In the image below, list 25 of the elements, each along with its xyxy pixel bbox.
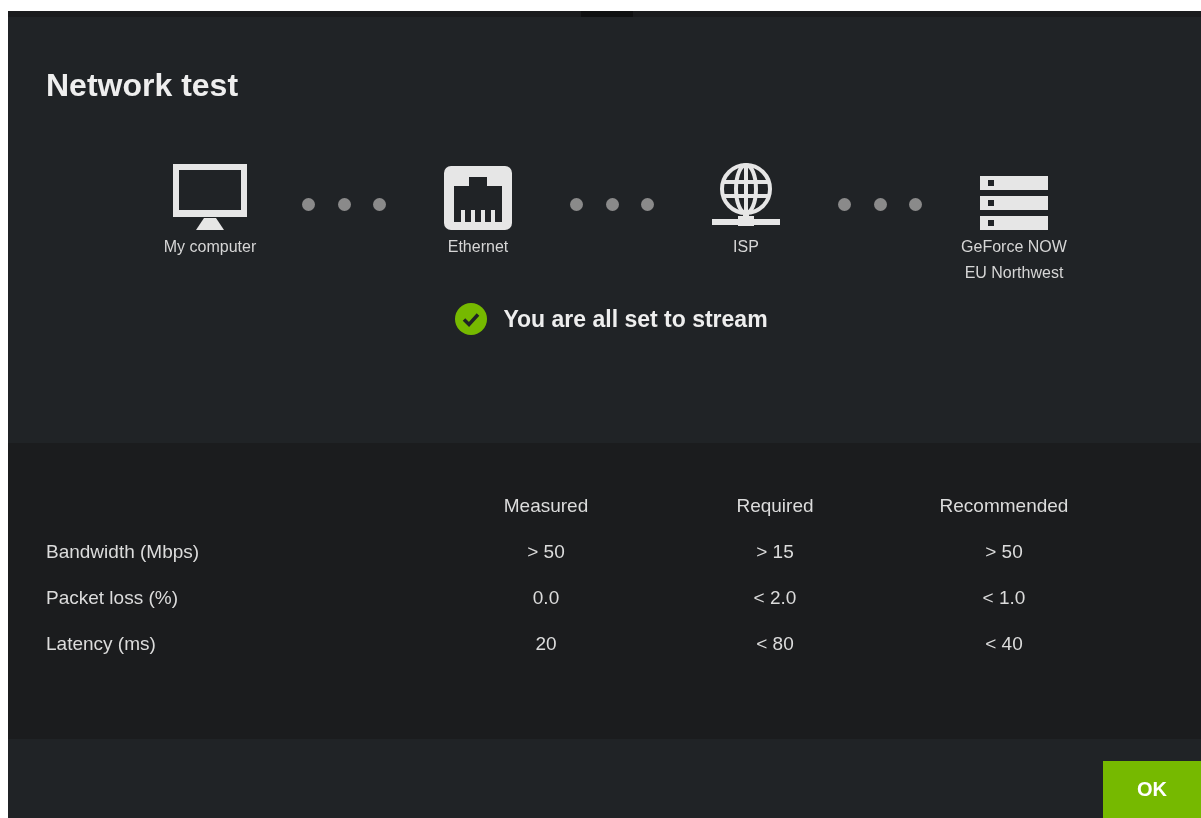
row-label: Packet loss (%) bbox=[46, 586, 179, 610]
node-label: ISP bbox=[733, 237, 759, 257]
node-label: My computer bbox=[163, 237, 257, 257]
dialog-title: Network test bbox=[46, 67, 240, 104]
table-cell-text: < 1.0 bbox=[981, 586, 1027, 610]
ethernet-port-icon bbox=[444, 164, 512, 230]
computer-icon bbox=[173, 164, 247, 230]
row-label: Latency (ms) bbox=[46, 632, 157, 656]
column-header: Required bbox=[735, 494, 815, 518]
table-cell-text: > 15 bbox=[755, 540, 795, 564]
column-header: Recommended bbox=[938, 494, 1070, 518]
node-label: Ethernet bbox=[447, 237, 509, 257]
ok-button[interactable]: OK bbox=[1103, 761, 1201, 818]
table-cell-text: < 2.0 bbox=[752, 586, 798, 610]
node-label: GeForce NOW EU Northwest bbox=[961, 237, 1067, 283]
table-cell-text: > 50 bbox=[984, 540, 1024, 564]
status-message: You are all set to stream bbox=[503, 305, 768, 333]
table-cell-text: < 40 bbox=[984, 632, 1024, 656]
row-label: Bandwidth (Mbps) bbox=[46, 540, 201, 564]
table-cell-text: 0.0 bbox=[531, 586, 561, 610]
table-cell-text: > 50 bbox=[526, 540, 566, 564]
table-cell-text: 20 bbox=[534, 632, 558, 656]
check-circle-icon bbox=[455, 303, 488, 335]
table-cell-text: < 80 bbox=[755, 632, 795, 656]
column-header: Measured bbox=[502, 494, 590, 518]
